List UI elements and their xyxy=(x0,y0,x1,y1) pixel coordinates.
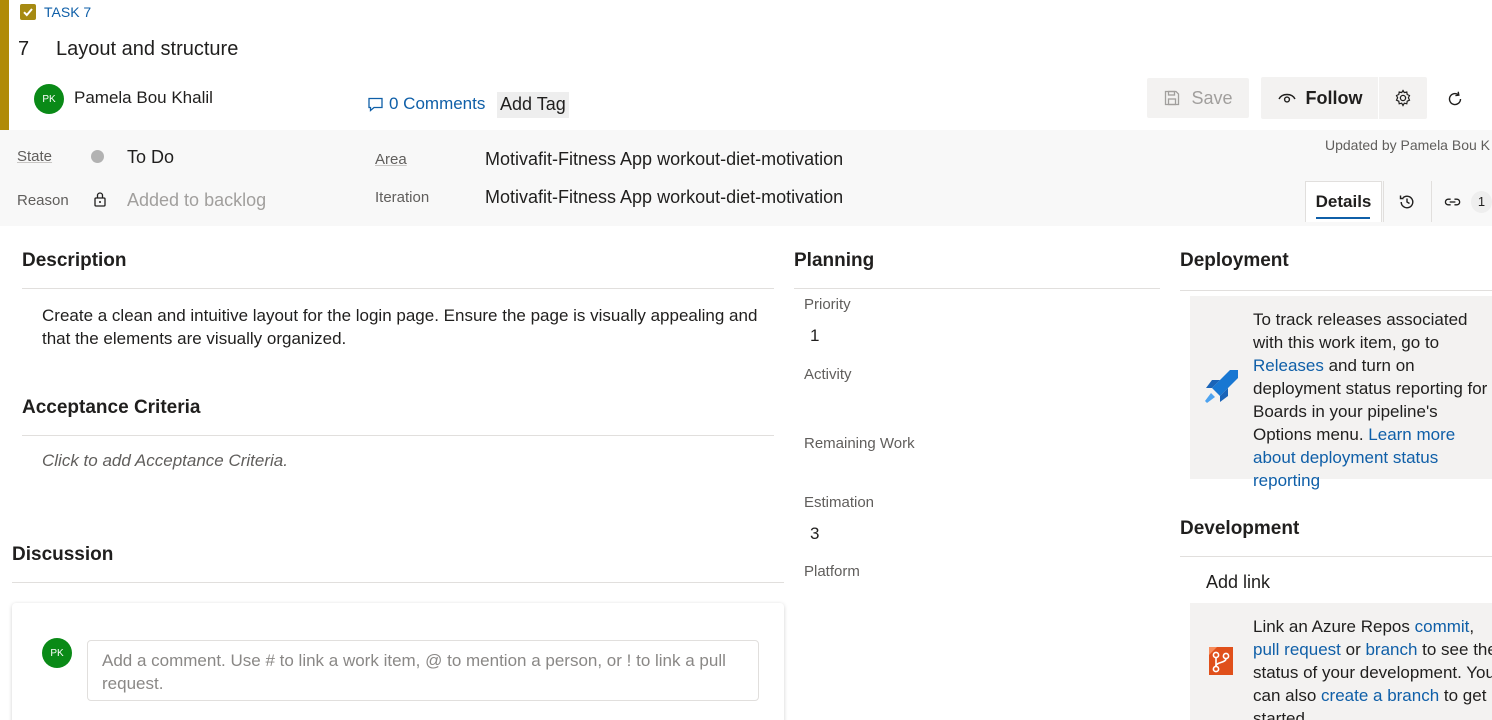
remaining-work-label: Remaining Work xyxy=(804,435,915,452)
create-branch-link[interactable]: create a branch xyxy=(1321,686,1439,705)
development-text-2: or xyxy=(1340,640,1366,659)
priority-field[interactable]: 1 xyxy=(810,326,819,346)
tab-links[interactable]: 1 xyxy=(1431,181,1492,222)
estimation-field[interactable]: 3 xyxy=(810,524,819,544)
branch-link[interactable]: branch xyxy=(1365,640,1417,659)
discussion-divider xyxy=(12,582,784,583)
lock-icon xyxy=(94,192,106,207)
tab-details-selected-indicator xyxy=(1316,217,1370,219)
assignee-avatar[interactable]: PK xyxy=(34,84,64,114)
description-heading[interactable]: Description xyxy=(22,250,127,272)
updated-by-text[interactable]: Updated by Pamela Bou K xyxy=(1325,137,1490,153)
iteration-label: Iteration xyxy=(375,189,430,206)
state-indicator-dot xyxy=(91,150,104,163)
state-label: State xyxy=(17,148,53,165)
save-button[interactable]: Save xyxy=(1147,78,1249,118)
comments-count-label: 0 Comments xyxy=(389,94,486,113)
reason-value: Added to backlog xyxy=(127,190,267,210)
follow-settings-button[interactable] xyxy=(1379,77,1427,119)
task-checkbox-icon xyxy=(20,4,36,20)
gear-icon xyxy=(1395,89,1411,107)
follow-label: Follow xyxy=(1305,87,1363,108)
save-label: Save xyxy=(1191,87,1233,108)
reason-label: Reason xyxy=(17,192,69,209)
pull-request-link[interactable]: pull request xyxy=(1253,640,1341,659)
deployment-text-1: To track releases associated with this w… xyxy=(1253,310,1468,352)
save-icon xyxy=(1165,90,1180,106)
add-tag-button[interactable]: Add Tag xyxy=(497,92,569,118)
area-label: Area xyxy=(375,151,407,168)
acceptance-criteria-heading[interactable]: Acceptance Criteria xyxy=(22,397,200,419)
follow-button[interactable]: Follow xyxy=(1261,77,1379,119)
work-item-id: 7 xyxy=(18,38,30,60)
commit-link[interactable]: commit xyxy=(1415,617,1470,636)
assignee-name[interactable]: Pamela Bou Khalil xyxy=(74,88,213,108)
azure-repos-icon xyxy=(1209,647,1233,675)
comments-link[interactable]: 0 Comments xyxy=(367,94,485,114)
eye-icon xyxy=(1277,93,1296,103)
links-count-badge: 1 xyxy=(1471,190,1492,213)
work-item-type-label[interactable]: TASK 7 xyxy=(44,4,91,20)
refresh-icon xyxy=(1448,91,1462,106)
iteration-path-field[interactable]: Motivafit-Fitness App workout-diet-motiv… xyxy=(485,187,843,208)
area-path-field[interactable]: Motivafit-Fitness App workout-diet-motiv… xyxy=(485,149,843,170)
link-icon xyxy=(1444,197,1461,206)
tab-details[interactable]: Details xyxy=(1305,181,1382,222)
work-item-fields-strip xyxy=(0,130,1492,226)
platform-label: Platform xyxy=(804,563,860,580)
comment-icon xyxy=(368,97,383,112)
deployment-info-text: To track releases associated with this w… xyxy=(1253,308,1492,492)
priority-label: Priority xyxy=(804,296,851,313)
development-text-1: Link an Azure Repos xyxy=(1253,617,1415,636)
acceptance-criteria-editor[interactable]: Click to add Acceptance Criteria. xyxy=(42,451,288,471)
azure-pipelines-rocket-icon xyxy=(1205,370,1238,403)
estimation-label: Estimation xyxy=(804,494,875,511)
state-dropdown[interactable]: To Do xyxy=(127,147,174,168)
development-info-text: Link an Azure Repos commit, pull request… xyxy=(1253,615,1492,720)
description-divider xyxy=(22,288,774,289)
work-item-type-accent-bar xyxy=(0,0,9,130)
comment-input[interactable]: Add a comment. Use # to link a work item… xyxy=(87,640,759,701)
tab-history[interactable] xyxy=(1383,181,1430,222)
activity-label: Activity xyxy=(804,366,852,383)
planning-divider xyxy=(794,288,1160,289)
development-sep-1: , xyxy=(1469,617,1475,636)
development-heading[interactable]: Development xyxy=(1180,518,1299,540)
planning-heading[interactable]: Planning xyxy=(794,250,874,272)
acceptance-criteria-divider xyxy=(22,435,774,436)
development-divider xyxy=(1180,556,1492,557)
follow-button-group: Follow xyxy=(1261,77,1427,119)
history-icon xyxy=(1399,195,1414,208)
add-link-button[interactable]: Add link xyxy=(1206,572,1270,593)
work-item-title[interactable]: Layout and structure xyxy=(56,38,238,61)
deployment-heading[interactable]: Deployment xyxy=(1180,250,1289,272)
deployment-divider xyxy=(1180,290,1492,291)
description-editor[interactable]: Create a clean and intuitive layout for … xyxy=(42,304,762,350)
comment-avatar: PK xyxy=(42,638,72,668)
releases-link[interactable]: Releases xyxy=(1253,356,1324,375)
refresh-button[interactable] xyxy=(1440,84,1470,114)
discussion-heading[interactable]: Discussion xyxy=(12,544,113,566)
